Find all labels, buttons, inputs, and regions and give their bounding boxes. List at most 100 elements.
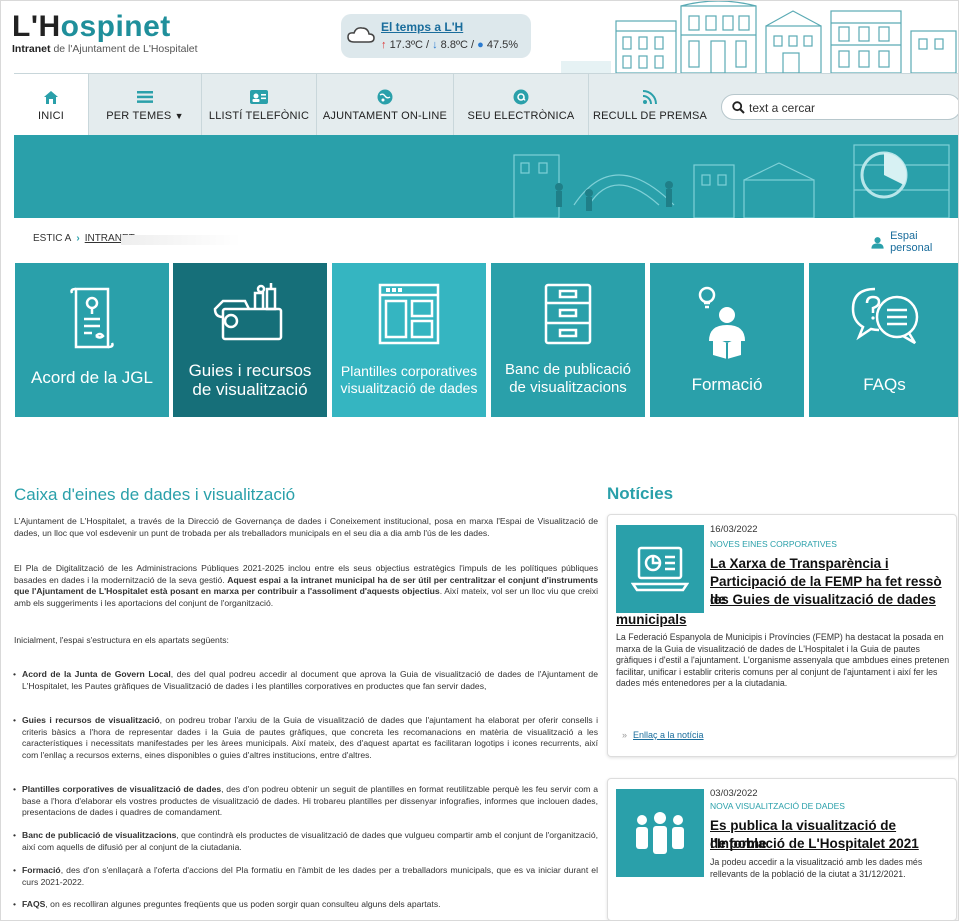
tile-formacio[interactable]: Formació — [650, 263, 804, 417]
list-item-title: Formació — [22, 865, 61, 875]
tile-label-l2: de visualitzacions — [509, 379, 627, 396]
header: L'Hospinet Intranet de l'Ajuntament de L… — [1, 1, 958, 73]
tile-label-l1: Banc de publicació — [505, 361, 631, 378]
tile-label: Plantilles corporatives visualització de … — [332, 363, 486, 397]
logo-sub-intranet: Intranet — [12, 43, 51, 55]
news-category: NOVA VISUALITZACIÓ DE DADES — [710, 801, 845, 811]
nav-label: LLISTÍ TELEFÒNIC — [208, 110, 310, 122]
news-link[interactable]: Enllaç a la notícia — [622, 730, 704, 740]
strategy-paragraph: El Pla de Digitalització de les Administ… — [14, 563, 598, 609]
logo-title: L'Hospinet — [12, 10, 171, 43]
nav-inici[interactable]: INICI — [14, 74, 89, 136]
news-card: 16/03/2022 NOVES EINES CORPORATIVES La X… — [607, 514, 957, 757]
nav-seu-electronica[interactable]: SEU ELECTRÒNICA — [454, 74, 589, 136]
humidity: 47.5% — [486, 39, 519, 51]
humidity-icon: ● — [477, 39, 484, 51]
list-item-title: Guies i recursos de visualització — [22, 715, 160, 725]
list-item: Banc de publicació de visualitzacions, q… — [13, 830, 598, 853]
tile-banc-publicacio[interactable]: Banc de publicació de visualitzacions — [491, 263, 645, 417]
nav-llisti-telefonic[interactable]: LLISTÍ TELEFÒNIC — [202, 74, 317, 136]
list-item-text: , des d'on s'enllaçarà a l'oferta d'acci… — [22, 865, 598, 887]
tile-label: Formació — [691, 375, 763, 394]
list-item-title: Plantilles corporatives de visualització… — [22, 784, 222, 794]
tile-label-l1: Guies i recursos — [188, 361, 312, 380]
list-item-title: Banc de publicació de visualitzacions — [22, 830, 177, 840]
news-body: La Federació Espanyola de Municipis i Pr… — [616, 632, 950, 688]
news-title-line[interactable]: de població de L'Hospitalet 2021 — [710, 835, 919, 853]
tile-label-l2: de visualització — [192, 380, 308, 399]
cloud-icon — [347, 27, 375, 43]
nav-recull-premsa[interactable]: RECULL DE PREMSA — [589, 74, 711, 136]
temp-max: 17.3ºC — [389, 39, 423, 51]
news-card: 03/03/2022 NOVA VISUALITZACIÓ DE DADES E… — [607, 778, 957, 920]
main-nav: INICI PER TEMES ▼ LLISTÍ TELEFÒNIC AJUNT… — [14, 73, 958, 136]
nav-label: RECULL DE PREMSA — [592, 110, 708, 122]
news-date: 03/03/2022 — [710, 788, 758, 799]
site-logo[interactable]: L'Hospinet Intranet de l'Ajuntament de L… — [12, 10, 198, 56]
tile-faqs[interactable]: FAQs — [809, 263, 958, 417]
list-icon — [137, 88, 153, 106]
section-tiles: Acord de la JGL Guies i recursos de visua… — [15, 263, 958, 417]
list-item: Acord de la Junta de Govern Local, des d… — [13, 669, 598, 692]
list-item: FAQS, on es recolliran algunes preguntes… — [13, 899, 598, 911]
tile-label: Banc de publicació de visualitzacions — [491, 361, 645, 397]
document-seal-icon — [15, 281, 169, 353]
personal-space-label: Espai personal — [890, 230, 933, 254]
rss-icon — [643, 88, 657, 106]
logo-sub-text: de l'Ajuntament de L'Hospitalet — [53, 43, 198, 55]
nav-per-temes[interactable]: PER TEMES ▼ — [89, 74, 202, 136]
nav-ajuntament-online[interactable]: AJUNTAMENT ON-LINE — [317, 74, 454, 136]
list-item-text: , on es recolliran algunes preguntes fre… — [45, 899, 441, 909]
temp-max-icon: ↑ — [381, 39, 387, 51]
breadcrumb-fade — [121, 235, 241, 245]
hero-banner — [14, 135, 958, 218]
tile-label: Guies i recursos de visualització — [173, 361, 327, 399]
weather-link[interactable]: El temps a L'H — [381, 20, 463, 34]
toolbox-icon — [173, 281, 327, 353]
at-icon — [513, 88, 529, 106]
weather-widget: El temps a L'H ↑ 17.3ºC / ↓ 8.8ºC / ● 47… — [341, 14, 531, 58]
list-item: Plantilles corporatives de visualització… — [13, 784, 598, 819]
news-title-line[interactable]: municipals — [616, 611, 687, 629]
news-body: Ja podeu accedir a la visualització amb … — [710, 857, 923, 879]
weather-values: ↑ 17.3ºC / ↓ 8.8ºC / ● 47.5% — [381, 39, 519, 51]
reader-idea-icon — [650, 281, 804, 359]
template-icon — [332, 281, 486, 353]
home-icon — [43, 88, 59, 106]
tile-label: FAQs — [863, 375, 906, 394]
chevron-right-icon: › — [76, 233, 80, 244]
list-item: Formació, des d'on s'enllaçarà a l'ofert… — [13, 865, 598, 888]
nav-label: INICI — [37, 110, 65, 122]
population-icon[interactable] — [616, 789, 704, 877]
tile-label: Acord de la JGL — [31, 368, 153, 387]
list-item-title: FAQS — [22, 899, 46, 909]
list-item-title: Acord de la Junta de Govern Local — [22, 669, 171, 679]
news-title-line[interactable]: les Guies de visualització de dades — [710, 591, 936, 609]
contact-card-icon — [250, 88, 268, 106]
city-skyline-illustration — [561, 1, 957, 73]
search-input[interactable] — [749, 99, 949, 116]
tile-acord-jgl[interactable]: Acord de la JGL — [15, 263, 169, 417]
banner-illustration — [513, 144, 950, 218]
tile-plantilles[interactable]: Plantilles corporatives visualització de … — [332, 263, 486, 417]
tile-guies-recursos[interactable]: Guies i recursos de visualització — [173, 263, 327, 417]
nav-label: AJUNTAMENT ON-LINE — [322, 110, 448, 122]
nav-label: PER TEMES ▼ — [106, 110, 184, 122]
laptop-chart-icon[interactable] — [616, 525, 704, 613]
list-item: Guies i recursos de visualització, on po… — [13, 715, 598, 761]
news-title-line[interactable]: La Xarxa de Transparència i — [710, 555, 889, 573]
news-heading: Notícies — [607, 484, 674, 503]
user-icon — [871, 236, 884, 249]
chat-bubbles-icon — [809, 281, 958, 353]
tile-label-l2: visualització de dades — [340, 380, 478, 396]
structure-paragraph: Inicialment, l'espai s'estructura en els… — [14, 635, 229, 645]
intro-paragraph: L'Ajuntament de L'Hospitalet, a través d… — [14, 516, 598, 538]
logo-subtitle: Intranet de l'Ajuntament de L'Hospitalet — [12, 43, 198, 55]
news-category: NOVES EINES CORPORATIVES — [710, 539, 837, 549]
globe-icon — [377, 88, 393, 106]
search-box — [721, 94, 958, 120]
news-date: 16/03/2022 — [710, 524, 758, 535]
temp-min-icon: ↓ — [432, 39, 438, 51]
personal-space-link[interactable]: Espai personal — [871, 230, 958, 254]
search-icon[interactable] — [732, 101, 745, 114]
